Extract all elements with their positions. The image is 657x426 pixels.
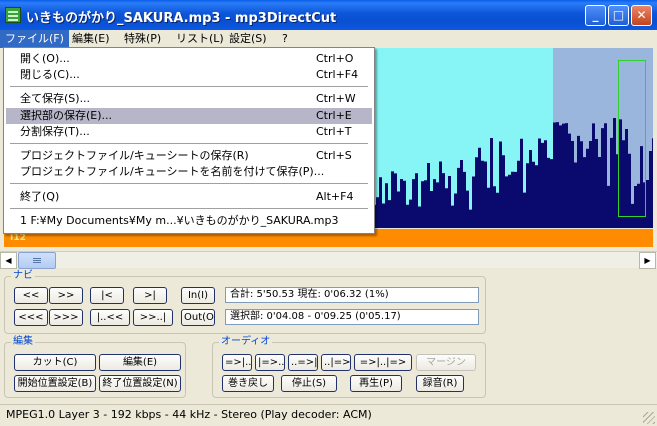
navi-group-title: ナビ — [11, 270, 35, 282]
set-end-button[interactable]: 終了位置設定(N) — [99, 375, 181, 392]
menu-separator — [10, 208, 368, 209]
menu-split-save[interactable]: 分割保存(T)... Ctrl+T — [6, 124, 372, 140]
navi-group: ナビ << >> |< >| In(I) <<< >>> |..<< >>..|… — [4, 270, 486, 334]
menu-help[interactable]: ? — [277, 30, 293, 48]
set-start-button[interactable]: 開始位置設定(B) — [14, 375, 96, 392]
horizontal-scrollbar[interactable]: ◀ ▶ — [0, 251, 657, 269]
nav-go-end-button[interactable]: >| — [133, 287, 167, 304]
record-button[interactable]: 録音(R) — [416, 375, 464, 392]
nav-rewind-button[interactable]: << — [14, 287, 48, 304]
nav-to-start-button[interactable]: |..<< — [90, 309, 130, 326]
menu-save-selection[interactable]: 選択部の保存(E)... Ctrl+E — [6, 108, 372, 124]
selection-time-readout: 選択部: 0'04.08 - 0'09.25 (0'05.17) — [225, 309, 479, 325]
total-time-readout: 合計: 5'50.53 現在: 0'06.32 (1%) — [225, 287, 479, 303]
play-to-start-button[interactable]: =>|.. — [222, 354, 252, 371]
status-text: MPEG1.0 Layer 3 - 192 kbps - 44 kHz - St… — [6, 408, 372, 421]
stop-button[interactable]: 停止(S) — [281, 375, 337, 392]
scroll-right-button[interactable]: ▶ — [639, 252, 656, 269]
file-menu-dropdown: 開く(O)... Ctrl+O 閉じる(C)... Ctrl+F4 全て保存(S… — [3, 47, 375, 234]
nav-to-end-button[interactable]: >>..| — [133, 309, 173, 326]
menu-bar: ファイル(F) 編集(E) 特殊(P) リスト(L) 設定(S) ? — [0, 30, 657, 48]
close-button[interactable]: ✕ — [631, 5, 652, 26]
menu-close-file[interactable]: 閉じる(C)... Ctrl+F4 — [6, 67, 372, 83]
menu-open[interactable]: 開く(O)... Ctrl+O — [6, 51, 372, 67]
edit-group: 編集 カット(C) 編集(E) 開始位置設定(B) 終了位置設定(N) — [4, 336, 186, 398]
play-to-end-button[interactable]: ..=>| — [288, 354, 318, 371]
menu-save-project-as[interactable]: プロジェクトファイル/キューシートを名前を付けて保存(P)... — [6, 164, 372, 180]
menu-save-all[interactable]: 全て保存(S)... Ctrl+W — [6, 91, 372, 107]
menu-list[interactable]: リスト(L) — [171, 30, 229, 48]
nav-fast-forward-button[interactable]: >>> — [49, 309, 83, 326]
menu-exit[interactable]: 終了(Q) Alt+F4 — [6, 189, 372, 205]
audio-group: オーディオ =>|.. |=>.. ..=>| ..|=> =>|..|=> マ… — [212, 336, 486, 398]
rewind-button[interactable]: 巻き戻し — [222, 375, 274, 392]
play-around-button[interactable]: =>|..|=> — [354, 354, 412, 371]
playback-cursor-box — [618, 60, 646, 217]
play-button[interactable]: 再生(P) — [350, 375, 402, 392]
app-icon — [5, 7, 21, 23]
menu-save-project[interactable]: プロジェクトファイル/キューシートの保存(R) Ctrl+S — [6, 148, 372, 164]
cut-button[interactable]: カット(C) — [14, 354, 96, 371]
resize-grip[interactable] — [643, 412, 655, 424]
scroll-thumb[interactable] — [18, 252, 56, 269]
scroll-left-button[interactable]: ◀ — [0, 252, 17, 269]
window-title: いきものがかり_SAKURA.mp3 - mp3DirectCut — [26, 11, 337, 26]
play-from-end-button[interactable]: ..|=> — [321, 354, 351, 371]
menu-file[interactable]: ファイル(F) — [0, 30, 69, 48]
nav-go-start-button[interactable]: |< — [90, 287, 124, 304]
status-bar: MPEG1.0 Layer 3 - 192 kbps - 44 kHz - St… — [0, 404, 657, 426]
menu-separator — [10, 183, 368, 184]
menu-separator — [10, 86, 368, 87]
nav-fast-rewind-button[interactable]: <<< — [14, 309, 48, 326]
menu-separator — [10, 143, 368, 144]
nav-forward-button[interactable]: >> — [49, 287, 83, 304]
maximize-button[interactable]: □ — [608, 5, 629, 26]
menu-special[interactable]: 特殊(P) — [119, 30, 166, 48]
nav-out-button[interactable]: Out(O) — [181, 309, 215, 326]
edit-button[interactable]: 編集(E) — [99, 354, 181, 371]
menu-recent-file-1[interactable]: 1 F:¥My Documents¥My m...¥いきものがかり_SAKURA… — [6, 213, 372, 229]
audio-group-title: オーディオ — [219, 336, 273, 348]
edit-group-title: 編集 — [11, 336, 35, 348]
menu-settings[interactable]: 設定(S) — [224, 30, 272, 48]
title-bar[interactable]: いきものがかり_SAKURA.mp3 - mp3DirectCut _ □ ✕ — [0, 0, 657, 30]
menu-edit[interactable]: 編集(E) — [67, 30, 115, 48]
play-from-start-button[interactable]: |=>.. — [255, 354, 285, 371]
margin-button[interactable]: マージン — [416, 354, 476, 371]
minimize-button[interactable]: _ — [585, 5, 606, 26]
nav-in-button[interactable]: In(I) — [181, 287, 215, 304]
